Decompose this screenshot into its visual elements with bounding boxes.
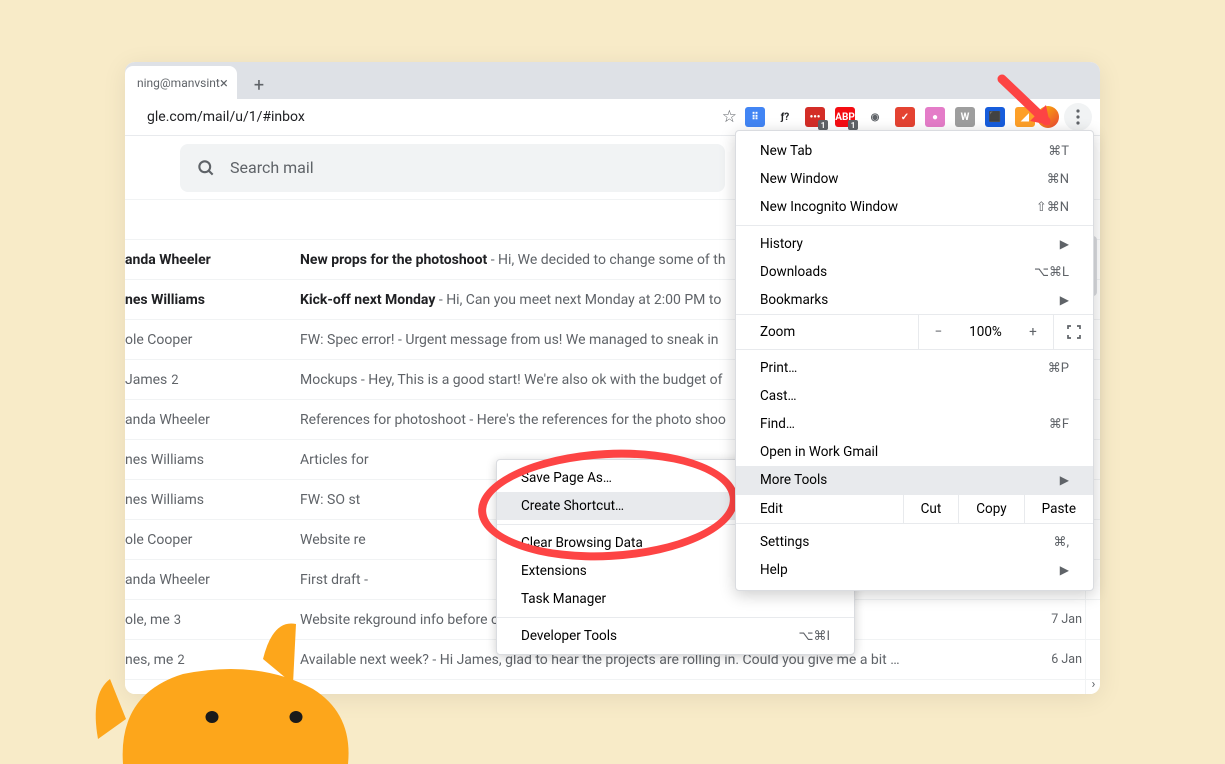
copy-button[interactable]: Copy <box>958 494 1023 524</box>
zoom-in-button[interactable]: + <box>1013 314 1053 350</box>
cut-button[interactable]: Cut <box>903 494 959 524</box>
edit-row: Edit Cut Copy Paste <box>736 494 1093 524</box>
email-subject: Website re <box>300 532 366 548</box>
chevron-right-icon: ▶ <box>1060 473 1069 487</box>
email-preview: - Hey, This is a good start! We're also … <box>357 372 722 388</box>
extension-toggl-icon[interactable]: ● <box>925 107 945 127</box>
email-sender: nes Williams <box>125 452 300 468</box>
email-subject: New props for the photoshoot <box>300 252 487 268</box>
cat-illustration <box>78 619 358 764</box>
chevron-right-icon: ▶ <box>1060 293 1069 307</box>
email-preview: - Hi, We decided to change some of th <box>487 252 725 268</box>
menu-find[interactable]: Find… ⌘F <box>736 410 1093 438</box>
email-preview: - Here's the references for the photo sh… <box>466 412 726 428</box>
chevron-right-icon: ▶ <box>1060 563 1069 577</box>
extension-todoist-icon[interactable]: ✓ <box>895 107 915 127</box>
extension-bitwarden-icon[interactable]: ⬛ <box>985 107 1005 127</box>
fullscreen-icon <box>1067 325 1081 339</box>
email-preview: O st <box>335 492 360 508</box>
tab-title: ning@manvsint <box>137 76 220 90</box>
menu-cast[interactable]: Cast… <box>736 382 1093 410</box>
menu-help[interactable]: Help ▶ <box>736 556 1093 584</box>
menu-settings[interactable]: Settings ⌘, <box>736 528 1093 556</box>
new-tab-button[interactable]: + <box>245 71 273 99</box>
email-subject: Kick-off next Monday <box>300 292 435 308</box>
paste-button[interactable]: Paste <box>1024 494 1093 524</box>
email-subject: FW: S <box>300 492 335 508</box>
zoom-value: 100% <box>958 324 1013 340</box>
zoom-out-button[interactable]: − <box>918 314 958 350</box>
thread-count: 2 <box>171 373 178 388</box>
badge: 1 <box>848 120 858 130</box>
submenu-developer-tools[interactable]: Developer Tools ⌥⌘I <box>497 622 854 650</box>
extension-translate-icon[interactable]: ⠿ <box>745 107 765 127</box>
email-sender: nes Williams <box>125 292 300 308</box>
email-subject: Mockups <box>300 372 357 388</box>
bookmark-star-icon[interactable]: ☆ <box>722 107 737 127</box>
chevron-right-icon: ▶ <box>1060 237 1069 251</box>
url-input[interactable]: gle.com/mail/u/1/#inbox <box>133 103 716 131</box>
extension-fontface-icon[interactable]: ƒ? <box>775 107 795 127</box>
fullscreen-button[interactable] <box>1053 314 1093 350</box>
extension-area: ⠿ ƒ? •••1 ABP1 ◉ ✓ ● W ⬛ ◢ <box>745 107 1037 127</box>
email-sender: anda Wheeler <box>125 252 300 268</box>
extension-wiki-icon[interactable]: W <box>955 107 975 127</box>
menu-open-work-gmail[interactable]: Open in Work Gmail <box>736 438 1093 466</box>
email-subject: FW: Spec error! <box>300 332 395 348</box>
email-sender: nes Williams <box>125 492 300 508</box>
email-preview: - Urgent message from us! We managed to … <box>395 332 719 348</box>
menu-new-window[interactable]: New Window ⌘N <box>736 165 1093 193</box>
email-date: 7 Jan <box>1022 612 1082 627</box>
avatar[interactable] <box>1037 106 1059 128</box>
email-subject: References for photoshoot <box>300 412 466 428</box>
email-sender: ole Cooper <box>125 532 300 548</box>
menu-new-incognito[interactable]: New Incognito Window ⇧⌘N <box>736 193 1093 221</box>
extension-adblock-icon[interactable]: ABP1 <box>835 107 855 127</box>
email-date: 6 Jan <box>1022 652 1082 667</box>
search-placeholder: Search mail <box>230 158 314 177</box>
chevron-right-icon[interactable]: › <box>1086 677 1100 692</box>
menu-history[interactable]: History ▶ <box>736 230 1093 258</box>
menu-downloads[interactable]: Downloads ⌥⌘L <box>736 258 1093 286</box>
chrome-menu-button[interactable] <box>1064 103 1092 131</box>
chrome-main-menu: New Tab ⌘T New Window ⌘N New Incognito W… <box>735 130 1094 591</box>
menu-bookmarks[interactable]: Bookmarks ▶ <box>736 286 1093 314</box>
email-subject: Articles for <box>300 452 369 468</box>
email-sender: anda Wheeler <box>125 572 300 588</box>
email-sender: James2 <box>125 372 300 388</box>
extension-pocket-icon[interactable]: ◢ <box>1015 107 1035 127</box>
menu-print[interactable]: Print… ⌘P <box>736 354 1093 382</box>
email-subject: First draft - <box>300 572 368 588</box>
search-icon <box>196 158 216 178</box>
tab-bar: ning@manvsint × + <box>125 62 1100 99</box>
email-sender: anda Wheeler <box>125 412 300 428</box>
badge: 1 <box>818 120 828 130</box>
extension-sync-icon[interactable]: ◉ <box>865 107 885 127</box>
extension-lastpass-icon[interactable]: •••1 <box>805 107 825 127</box>
close-icon[interactable]: × <box>220 74 228 92</box>
browser-tab[interactable]: ning@manvsint × <box>125 66 237 99</box>
zoom-row: Zoom − 100% + <box>736 314 1093 350</box>
email-sender: ole Cooper <box>125 332 300 348</box>
menu-more-tools[interactable]: More Tools ▶ <box>736 466 1093 494</box>
email-preview: - Hi, Can you meet next Monday at 2:00 P… <box>435 292 721 308</box>
search-input[interactable]: Search mail <box>180 144 725 192</box>
menu-new-tab[interactable]: New Tab ⌘T <box>736 137 1093 165</box>
